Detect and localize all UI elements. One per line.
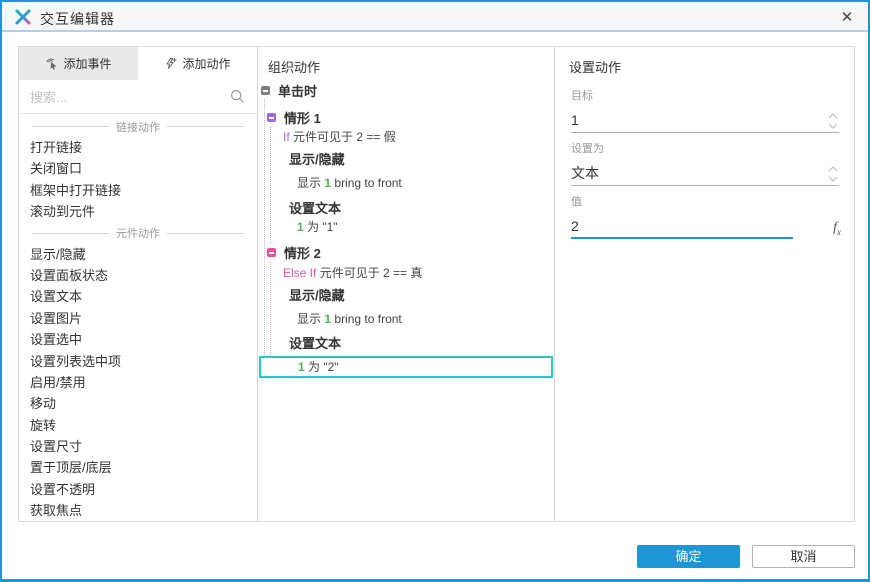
- tree-case2-showhide-detail[interactable]: 显示 1 bring to front: [297, 311, 402, 328]
- action-detail-prefix: 显示: [297, 176, 322, 190]
- tree-event-onclick[interactable]: 单击时: [261, 83, 317, 100]
- action-library-panel: 添加事件 添加动作 链接动作: [19, 47, 257, 521]
- dialog-body: 添加事件 添加动作 链接动作: [18, 46, 855, 522]
- case2-label: 情形 2: [284, 246, 321, 261]
- value-input[interactable]: 2: [571, 215, 793, 239]
- action-detail-prefix: 显示: [297, 312, 322, 326]
- target-value: 1: [571, 112, 579, 128]
- tree-case1-action-settext[interactable]: 设置文本: [289, 200, 341, 217]
- value-label: 值: [571, 196, 582, 208]
- list-item[interactable]: 置于顶层/底层: [19, 457, 257, 478]
- action-detail-suffix: 为 "1": [307, 220, 338, 234]
- collapse-minus-icon[interactable]: [267, 248, 276, 257]
- list-item[interactable]: 旋转: [19, 415, 257, 436]
- list-item[interactable]: 滚动到元件: [19, 201, 257, 222]
- action-list: 链接动作 打开链接 关闭窗口 框架中打开链接 滚动到元件 元件动作 显示/隐藏 …: [19, 114, 257, 521]
- action-title: 显示/隐藏: [289, 288, 345, 303]
- tree-guide-line-case1: [270, 126, 271, 242]
- set-action-header: 设置动作: [569, 60, 622, 75]
- collapse-minus-icon[interactable]: [267, 113, 276, 122]
- list-item[interactable]: 设置不透明: [19, 479, 257, 500]
- list-item[interactable]: 框架中打开链接: [19, 180, 257, 201]
- close-icon[interactable]: ✕: [836, 7, 858, 29]
- action-target: 1: [298, 360, 305, 374]
- tree-case2-action-showhide[interactable]: 显示/隐藏: [289, 287, 345, 304]
- tab-add-event-label: 添加事件: [63, 57, 112, 71]
- target-label: 目标: [571, 90, 593, 102]
- field-target: 目标 1: [571, 87, 839, 133]
- tree-case2-action-settext[interactable]: 设置文本: [289, 335, 341, 352]
- action-target: 1: [297, 220, 304, 234]
- tree-case1-settext-detail[interactable]: 1 为 "1": [297, 219, 338, 236]
- chevron-up-down-icon[interactable]: [827, 111, 839, 131]
- section-header-widget-actions: 元件动作: [19, 223, 257, 244]
- library-tabs: 添加事件 添加动作: [19, 47, 257, 80]
- set-action-panel: 设置动作 目标 1 设置为 文本 值 2 fx: [554, 47, 854, 521]
- list-item[interactable]: 打开链接: [19, 137, 257, 158]
- titlebar: 交互编辑器 ✕: [2, 2, 868, 32]
- tab-add-action[interactable]: 添加动作: [138, 47, 257, 80]
- tree-case2-condition[interactable]: Else If 元件可见于 2 == 真: [283, 265, 422, 282]
- page-title: 交互编辑器: [40, 11, 115, 27]
- condition-text: 元件可见于 2 == 真: [319, 266, 423, 280]
- action-detail-suffix: bring to front: [334, 176, 402, 190]
- if-keyword: If: [283, 130, 290, 144]
- action-target: 1: [324, 176, 332, 190]
- search-icon[interactable]: [230, 89, 245, 104]
- list-item[interactable]: 设置图片: [19, 308, 257, 329]
- tree-case-2[interactable]: 情形 2: [267, 245, 321, 262]
- list-item[interactable]: 设置选中: [19, 329, 257, 350]
- list-item[interactable]: 设置尺寸: [19, 436, 257, 457]
- tap-click-icon: [47, 58, 57, 70]
- list-item[interactable]: 启用/禁用: [19, 372, 257, 393]
- tab-add-action-label: 添加动作: [182, 57, 231, 71]
- interaction-editor-dialog: 交互编辑器 ✕ 添加事件 添加动作 搜索... 链接动作 打开链接 关闭窗口 框…: [0, 0, 870, 582]
- tree-case-1[interactable]: 情形 1: [267, 110, 321, 127]
- search-row: [19, 80, 257, 114]
- list-item[interactable]: 获取焦点: [19, 500, 257, 521]
- field-value: 值 2 fx: [571, 193, 841, 239]
- collapse-minus-icon[interactable]: [261, 86, 270, 95]
- organize-actions-header: 组织动作: [268, 60, 321, 75]
- tree-guide-line: [264, 99, 265, 377]
- tab-add-event[interactable]: 添加事件: [19, 47, 138, 80]
- list-item[interactable]: 设置列表选中项: [19, 351, 257, 372]
- action-title: 显示/隐藏: [289, 152, 345, 167]
- tree-case1-showhide-detail[interactable]: 显示 1 bring to front: [297, 175, 402, 192]
- lightning-plus-icon: [166, 58, 177, 69]
- action-detail-suffix: bring to front: [334, 312, 402, 326]
- set-to-select[interactable]: 文本: [571, 162, 839, 186]
- action-detail-suffix: 为 "2": [308, 360, 339, 374]
- fx-function-icon[interactable]: fx: [833, 220, 841, 237]
- target-select[interactable]: 1: [571, 109, 839, 133]
- chevron-up-down-icon[interactable]: [827, 164, 839, 184]
- list-item[interactable]: 移动: [19, 393, 257, 414]
- tree-case1-condition[interactable]: If 元件可见于 2 == 假: [283, 129, 396, 146]
- event-label: 单击时: [278, 84, 318, 99]
- list-item[interactable]: 关闭窗口: [19, 158, 257, 179]
- organize-actions-panel: 组织动作 单击时 情形 1 If 元件可见于 2 == 假 显示/隐藏 显示 1…: [257, 47, 554, 521]
- value-text: 2: [571, 218, 579, 234]
- list-item[interactable]: 显示/隐藏: [19, 244, 257, 265]
- list-item[interactable]: 设置文本: [19, 286, 257, 307]
- cancel-button[interactable]: 取消: [752, 545, 855, 568]
- set-to-label: 设置为: [571, 143, 604, 155]
- tree-case1-action-showhide[interactable]: 显示/隐藏: [289, 151, 345, 168]
- case1-label: 情形 1: [284, 111, 321, 126]
- set-to-value: 文本: [571, 165, 599, 181]
- field-set-to: 设置为 文本: [571, 140, 839, 186]
- action-target: 1: [324, 312, 332, 326]
- action-title: 设置文本: [289, 201, 342, 216]
- section-header-link-actions: 链接动作: [19, 116, 257, 137]
- list-item[interactable]: 设置面板状态: [19, 265, 257, 286]
- condition-text: 元件可见于 2 == 假: [293, 130, 396, 144]
- elseif-keyword: Else If: [283, 266, 317, 280]
- ok-button[interactable]: 确定: [637, 545, 740, 568]
- axure-logo-icon: [15, 9, 31, 25]
- tree-case2-settext-detail-selected[interactable]: 1 为 "2": [259, 356, 553, 378]
- action-title: 设置文本: [289, 336, 342, 351]
- search-input[interactable]: [30, 86, 220, 108]
